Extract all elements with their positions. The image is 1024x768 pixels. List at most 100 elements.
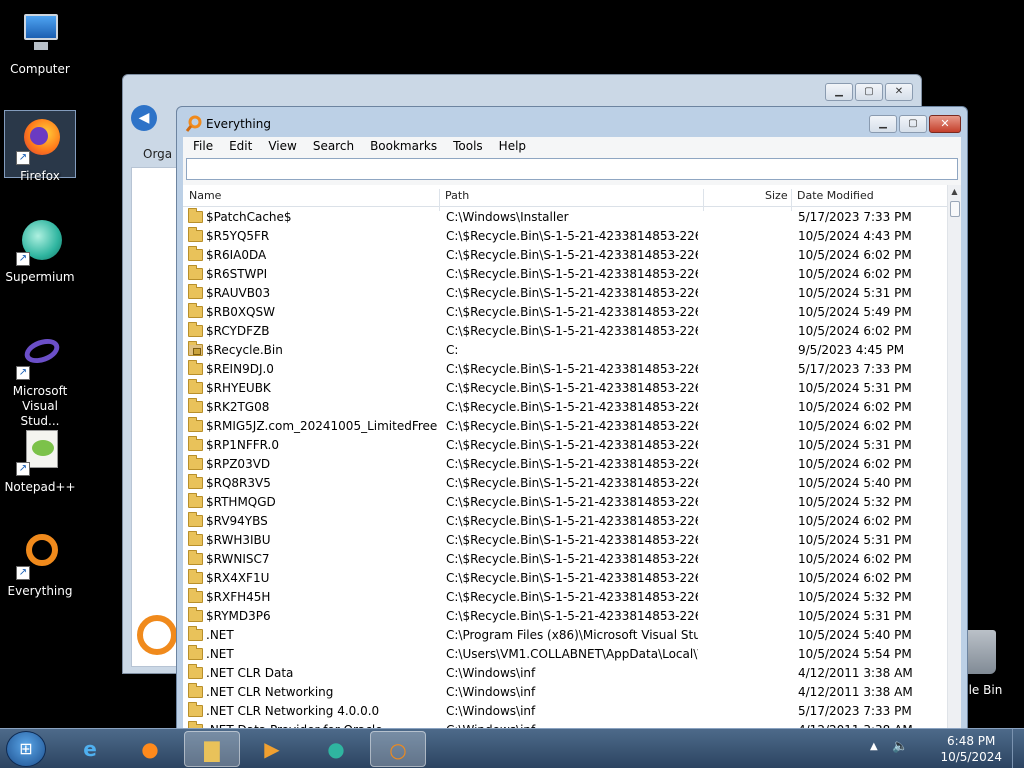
recycle-bin-label[interactable]: cle Bin	[962, 683, 1002, 697]
clock-time: 6:48 PM	[947, 734, 996, 748]
table-row[interactable]: $R5YQ5FR C:\$Recycle.Bin\S-1-5-21-4233814…	[183, 227, 947, 246]
close-button[interactable]: ✕	[885, 83, 913, 101]
table-row[interactable]: $RX4XF1U C:\$Recycle.Bin\S-1-5-21-4233814…	[183, 569, 947, 588]
cell-date-modified: 10/5/2024 5:31 PM	[798, 533, 912, 547]
scroll-up-arrow-icon[interactable]: ▲	[948, 185, 961, 199]
cell-date-modified: 10/5/2024 6:02 PM	[798, 514, 912, 528]
table-row[interactable]: .NET C:\Program Files (x86)\Microsoft Vis…	[183, 626, 947, 645]
column-header-size[interactable]: Size	[765, 189, 788, 202]
search-input[interactable]	[186, 158, 958, 180]
table-row[interactable]: $RK2TG08 C:\$Recycle.Bin\S-1-5-21-4233814…	[183, 398, 947, 417]
table-row[interactable]: $RQ8R3V5 C:\$Recycle.Bin\S-1-5-21-4233814…	[183, 474, 947, 493]
start-button[interactable]: ⊞	[6, 731, 46, 767]
table-row[interactable]: $PatchCache$ C:\Windows\Installer 5/17/202…	[183, 208, 947, 227]
close-button[interactable]: ✕	[929, 115, 961, 133]
cell-name: .NET CLR Data	[206, 666, 294, 680]
clock[interactable]: 6:48 PM 10/5/2024	[940, 733, 1002, 765]
cell-name: $RXFH45H	[206, 590, 271, 604]
taskbar-supermium[interactable]: ●	[308, 731, 364, 767]
back-arrow-icon[interactable]: ◀	[131, 105, 157, 131]
cell-date-modified: 5/17/2023 7:33 PM	[798, 704, 912, 718]
results-list[interactable]: $PatchCache$ C:\Windows\Installer 5/17/202…	[183, 208, 947, 729]
menu-search[interactable]: Search	[305, 139, 362, 153]
table-row[interactable]: $R6IA0DA C:\$Recycle.Bin\S-1-5-21-4233814…	[183, 246, 947, 265]
table-row[interactable]: $RP1NFFR.0 C:\$Recycle.Bin\S-1-5-21-42338…	[183, 436, 947, 455]
folder-icon	[188, 493, 203, 508]
scrollbar-thumb[interactable]	[950, 201, 960, 217]
column-header-date-modified[interactable]: Date Modified	[797, 189, 874, 202]
menu-bar: File Edit View Search Bookmarks Tools He…	[183, 137, 961, 155]
table-row[interactable]: $RYMD3P6 C:\$Recycle.Bin\S-1-5-21-4233814…	[183, 607, 947, 626]
taskbar-explorer[interactable]: ▇	[184, 731, 240, 767]
table-row[interactable]: .NET CLR Networking 4.0.0.0 C:\Windows\in…	[183, 702, 947, 721]
vertical-scrollbar[interactable]: ▲	[947, 185, 961, 729]
cell-name: $RYMD3P6	[206, 609, 271, 623]
cell-path: C:\Windows\inf	[446, 685, 536, 699]
table-row[interactable]: $RAUVB03 C:\$Recycle.Bin\S-1-5-21-4233814…	[183, 284, 947, 303]
desktop-icon-everything[interactable]: ↗ Everything	[4, 526, 76, 598]
minimize-button[interactable]: ▁	[825, 83, 853, 101]
desktop-icon-notepadpp[interactable]: ↗ Notepad++	[4, 422, 76, 494]
taskbar-everything[interactable]: ○	[370, 731, 426, 767]
cell-date-modified: 10/5/2024 5:40 PM	[798, 476, 912, 490]
cell-name: .NET	[206, 628, 234, 642]
cell-date-modified: 10/5/2024 6:02 PM	[798, 457, 912, 471]
table-row[interactable]: $Recycle.Bin C: 9/5/2023 4:45 PM	[183, 341, 947, 360]
title-bar[interactable]: Everything ▁ ▢ ✕	[177, 107, 967, 141]
show-hidden-icons-icon[interactable]: ▲	[870, 741, 878, 752]
cell-path: C:\$Recycle.Bin\S-1-5-21-4233814853-2264…	[446, 362, 698, 376]
table-row[interactable]: $RHYEUBK C:\$Recycle.Bin\S-1-5-21-4233814…	[183, 379, 947, 398]
table-row[interactable]: $REIN9DJ.0 C:\$Recycle.Bin\S-1-5-21-42338…	[183, 360, 947, 379]
folder-icon	[188, 379, 203, 394]
column-header-path[interactable]: Path	[445, 189, 469, 202]
taskbar-firefox[interactable]: ●	[122, 731, 178, 767]
table-row[interactable]: .NET C:\Users\VM1.COLLABNET\AppData\Local…	[183, 645, 947, 664]
column-header-name[interactable]: Name	[189, 189, 221, 202]
maximize-button[interactable]: ▢	[899, 115, 927, 133]
table-row[interactable]: $RTHMQGD C:\$Recycle.Bin\S-1-5-21-4233814…	[183, 493, 947, 512]
desktop-icon-supermium[interactable]: ↗ Supermium	[4, 212, 76, 284]
table-row[interactable]: $RWNISC7 C:\$Recycle.Bin\S-1-5-21-4233814…	[183, 550, 947, 569]
menu-help[interactable]: Help	[491, 139, 534, 153]
show-desktop-button[interactable]	[1012, 729, 1024, 768]
taskbar-media-player[interactable]: ▶	[244, 731, 300, 767]
folder-icon	[188, 474, 203, 489]
menu-edit[interactable]: Edit	[221, 139, 260, 153]
menu-view[interactable]: View	[260, 139, 304, 153]
cell-path: C:\$Recycle.Bin\S-1-5-21-4233814853-2264…	[446, 590, 698, 604]
table-row[interactable]: $RB0XQSW C:\$Recycle.Bin\S-1-5-21-4233814…	[183, 303, 947, 322]
cell-name: $RQ8R3V5	[206, 476, 271, 490]
cell-path: C:\$Recycle.Bin\S-1-5-21-4233814853-2264…	[446, 476, 698, 490]
maximize-button[interactable]: ▢	[855, 83, 883, 101]
table-row[interactable]: .NET CLR Data C:\Windows\inf 4/12/2011 3:3…	[183, 664, 947, 683]
organize-menu[interactable]: Orga	[143, 147, 172, 161]
menu-file[interactable]: File	[185, 139, 221, 153]
desktop-icon-computer[interactable]: Computer	[4, 4, 76, 76]
table-row[interactable]: $RWH3IBU C:\$Recycle.Bin\S-1-5-21-4233814…	[183, 531, 947, 550]
desktop-icon-label: Firefox	[20, 169, 60, 183]
cell-path: C:\$Recycle.Bin\S-1-5-21-4233814853-2264…	[446, 571, 698, 585]
desktop-icon-visual-studio[interactable]: ↗ Microsoft Visual Stud...	[4, 326, 76, 428]
volume-muted-icon[interactable]: 🔈	[892, 739, 908, 754]
everything-window[interactable]: Everything ▁ ▢ ✕ File Edit View Search B…	[176, 106, 968, 730]
cell-name: $RPZ03VD	[206, 457, 271, 471]
folder-icon	[188, 512, 203, 527]
table-row[interactable]: $RCYDFZB C:\$Recycle.Bin\S-1-5-21-4233814…	[183, 322, 947, 341]
folder-icon	[188, 208, 203, 223]
cell-date-modified: 10/5/2024 5:54 PM	[798, 647, 912, 661]
taskbar-internet-explorer[interactable]: e	[62, 731, 118, 767]
table-row[interactable]: $RXFH45H C:\$Recycle.Bin\S-1-5-21-4233814…	[183, 588, 947, 607]
menu-bookmarks[interactable]: Bookmarks	[362, 139, 445, 153]
table-row[interactable]: $R6STWPI C:\$Recycle.Bin\S-1-5-21-4233814…	[183, 265, 947, 284]
table-row[interactable]: $RV94YBS C:\$Recycle.Bin\S-1-5-21-4233814…	[183, 512, 947, 531]
cell-path: C:\$Recycle.Bin\S-1-5-21-4233814853-2264…	[446, 267, 698, 281]
folder-icon	[188, 398, 203, 413]
folder-icon	[188, 645, 203, 660]
table-row[interactable]: $RMIG5JZ.com_20241005_LimitedFree C:\$Rec…	[183, 417, 947, 436]
menu-tools[interactable]: Tools	[445, 139, 491, 153]
table-row[interactable]: $RPZ03VD C:\$Recycle.Bin\S-1-5-21-4233814…	[183, 455, 947, 474]
table-row[interactable]: .NET CLR Networking C:\Windows\inf 4/12/20…	[183, 683, 947, 702]
desktop-icon-firefox[interactable]: ↗ Firefox	[4, 110, 76, 183]
cell-date-modified: 10/5/2024 6:02 PM	[798, 419, 912, 433]
minimize-button[interactable]: ▁	[869, 115, 897, 133]
